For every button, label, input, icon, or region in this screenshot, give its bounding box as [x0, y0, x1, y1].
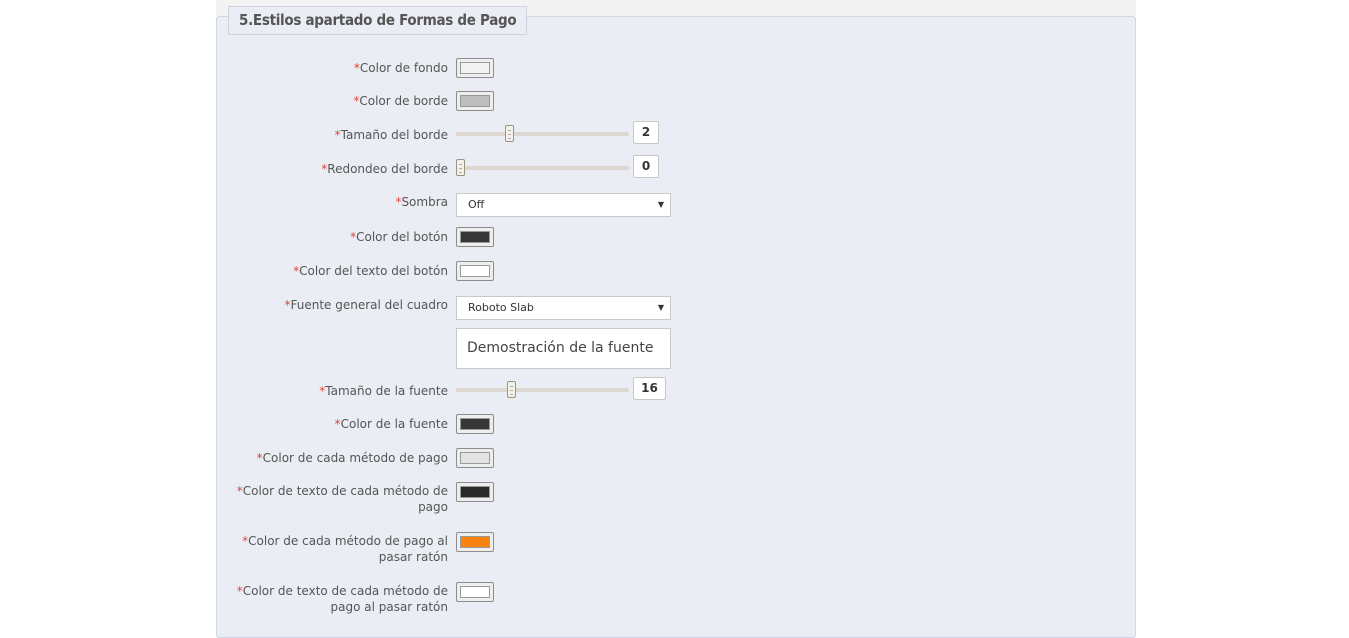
- color-fill: [460, 418, 490, 430]
- field-label: *Color de la fuente: [208, 416, 448, 432]
- label-text: Color de cada método de pago al: [248, 534, 448, 548]
- sombra-select[interactable]: Off ▼: [456, 193, 671, 217]
- font-demo-box: Demostración de la fuente: [456, 328, 671, 369]
- field-label: *Redondeo del borde: [208, 161, 448, 177]
- select-value: Roboto Slab: [468, 301, 534, 314]
- select-value: Off: [468, 198, 485, 211]
- value-box[interactable]: 2: [633, 121, 659, 144]
- slider-track[interactable]: [456, 388, 629, 392]
- color-fill: [460, 231, 490, 243]
- label-text-line2: pago: [418, 500, 448, 514]
- color-fill: [460, 452, 490, 464]
- label-text: Color de la fuente: [340, 417, 448, 431]
- slider-handle[interactable]: [505, 125, 515, 142]
- label-text: Color del botón: [356, 230, 448, 244]
- color-fill: [460, 265, 490, 277]
- slider-handle[interactable]: [506, 381, 516, 398]
- label-text: Color de borde: [359, 94, 448, 108]
- color-picker-boton[interactable]: [456, 227, 494, 247]
- field-label: *Color del texto del botón: [208, 263, 448, 279]
- color-fill: [460, 586, 490, 598]
- label-text: Fuente general del cuadro: [290, 298, 449, 312]
- color-picker-texto-boton[interactable]: [456, 261, 494, 281]
- label-text: Tamaño del borde: [340, 128, 448, 142]
- color-picker-metodo-hover[interactable]: [456, 532, 494, 552]
- color-fill: [460, 62, 490, 74]
- label-text: Redondeo del borde: [327, 162, 448, 176]
- label-text: Color de texto de cada método de: [242, 484, 448, 498]
- slider-track[interactable]: [456, 166, 629, 170]
- color-fill: [460, 486, 490, 498]
- caret-down-icon: ▼: [657, 200, 664, 209]
- field-label: *Color de cada método de pago: [208, 450, 448, 466]
- label-text: Color del texto del botón: [299, 264, 448, 278]
- field-label: *Sombra: [208, 194, 448, 210]
- slider-handle[interactable]: [456, 159, 465, 176]
- label-text: Tamaño de la fuente: [325, 384, 448, 398]
- field-label: *Color del botón: [208, 229, 448, 245]
- value-box[interactable]: 0: [633, 155, 659, 178]
- color-fill: [460, 95, 490, 107]
- color-picker-texto-metodo-hover[interactable]: [456, 582, 494, 602]
- color-picker-metodo[interactable]: [456, 448, 494, 468]
- field-label: *Color de borde: [208, 93, 448, 109]
- field-label: *Tamaño del borde: [208, 127, 448, 143]
- field-label: *Color de texto de cada método de pago: [208, 483, 448, 515]
- label-text: Color de fondo: [359, 61, 448, 75]
- color-picker-texto-metodo[interactable]: [456, 482, 494, 502]
- caret-down-icon: ▼: [657, 303, 664, 312]
- value-box[interactable]: 16: [633, 377, 666, 400]
- fuente-select[interactable]: Roboto Slab ▼: [456, 296, 671, 320]
- label-text: Color de cada método de pago: [262, 451, 448, 465]
- field-label: *Color de texto de cada método de pago al…: [208, 583, 448, 615]
- field-label: *Fuente general del cuadro: [208, 297, 449, 313]
- color-fill: [460, 536, 490, 548]
- color-picker-borde[interactable]: [456, 91, 494, 111]
- field-label: *Color de fondo: [208, 60, 448, 76]
- label-text: Sombra: [401, 195, 448, 209]
- color-picker-fuente[interactable]: [456, 414, 494, 434]
- label-text-line2: pago al pasar ratón: [330, 600, 448, 614]
- label-text: Color de texto de cada método de: [242, 584, 448, 598]
- field-label: *Tamaño de la fuente: [208, 383, 448, 399]
- label-text-line2: pasar ratón: [378, 550, 448, 564]
- section-title: 5.Estilos apartado de Formas de Pago: [228, 6, 528, 35]
- slider-track[interactable]: [456, 132, 629, 136]
- color-picker-fondo[interactable]: [456, 58, 494, 78]
- field-label: *Color de cada método de pago al pasar ra…: [208, 533, 448, 565]
